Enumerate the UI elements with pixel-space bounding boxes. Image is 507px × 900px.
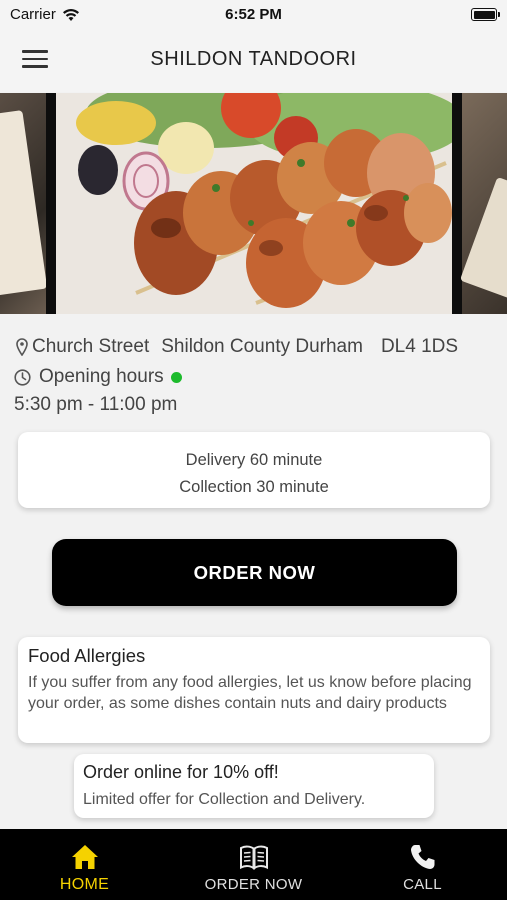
page-title: SHILDON TANDOORI <box>150 48 357 70</box>
allergies-text: If you suffer from any food allergies, l… <box>28 674 472 712</box>
address-area: Shildon County Durham <box>161 336 363 357</box>
carousel-next-image <box>462 93 507 314</box>
tab-call[interactable]: CALL <box>338 829 507 900</box>
clock-time: 6:52 PM <box>225 6 282 23</box>
navigation-bar: SHILDON TANDOORI <box>0 28 507 92</box>
opening-hours-row: Opening hours <box>14 366 494 388</box>
menu-book-icon <box>239 845 268 870</box>
bottom-tab-bar: HOME ORDER NOW CALL <box>0 829 507 900</box>
status-bar: Carrier 6:52 PM <box>0 0 507 28</box>
carousel-prev-image <box>0 93 46 314</box>
tab-home-label: HOME <box>59 876 110 893</box>
promo-text: Limited offer for Collection and Deliver… <box>83 791 366 808</box>
tab-order-now[interactable]: ORDER NOW <box>169 829 338 900</box>
service-times-card: Delivery 60 minute Collection 30 minute <box>18 432 490 508</box>
phone-icon <box>410 845 434 869</box>
clock-icon <box>14 368 31 386</box>
delivery-time: Delivery 60 minute <box>185 451 323 469</box>
opening-hours-label: Opening hours <box>39 366 164 387</box>
collection-time: Collection 30 minute <box>179 478 329 496</box>
battery-icon <box>471 8 500 21</box>
tab-home[interactable]: HOME <box>0 829 169 900</box>
hero-food-image <box>56 93 452 314</box>
order-now-button[interactable]: ORDER NOW <box>52 539 457 606</box>
tab-call-label: CALL <box>403 876 442 893</box>
restaurant-info: Church Street Shildon County Durham DL4 … <box>14 336 494 416</box>
address-street: Church Street <box>32 336 150 357</box>
location-pin-icon <box>16 338 28 356</box>
address-row: Church Street Shildon County Durham DL4 … <box>14 336 494 358</box>
promo-card[interactable]: Order online for 10% off! Limited offer … <box>74 754 434 818</box>
tab-order-now-label: ORDER NOW <box>204 876 303 893</box>
home-icon <box>71 845 98 869</box>
address-postcode: DL4 1DS <box>380 336 459 357</box>
promo-title: Order online for 10% off! <box>83 762 279 782</box>
food-allergies-card: Food Allergies If you suffer from any fo… <box>18 637 490 743</box>
open-status-dot <box>170 371 182 383</box>
hero-image-carousel[interactable] <box>0 93 507 314</box>
opening-hours-time: 5:30 pm - 11:00 pm <box>14 394 178 415</box>
allergies-title: Food Allergies <box>28 645 146 666</box>
